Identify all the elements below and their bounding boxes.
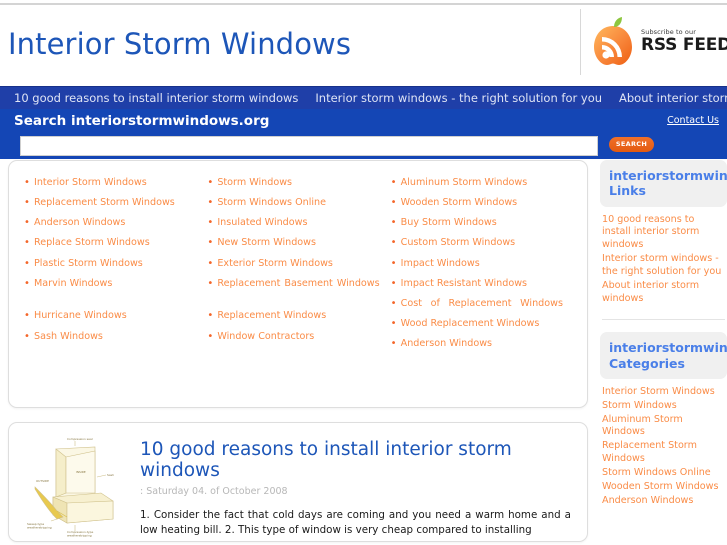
link-item[interactable]: Replacement Storm Windows (23, 196, 200, 210)
sidebar-category-item[interactable]: Storm Windows Online (602, 467, 725, 480)
link-columns: Interior Storm Windows Replacement Storm… (23, 176, 573, 358)
link-item[interactable]: Replacement Windows (206, 309, 383, 323)
svg-text:weatherstripping: weatherstripping (67, 534, 92, 538)
link-item[interactable]: Wood Replacement Windows (390, 317, 567, 331)
sidebar-category-item[interactable]: Replacement Storm Windows (602, 440, 725, 466)
link-item[interactable]: Replace Storm Windows (23, 236, 200, 250)
sidebar-link-item[interactable]: 10 good reasons to install interior stor… (602, 214, 725, 253)
rss-label-group: Subscribe to our RSS FEED (641, 29, 727, 55)
link-item[interactable]: Hurricane Windows (23, 309, 200, 323)
sidebar-category-item[interactable]: Storm Windows (602, 400, 725, 413)
search-input[interactable] (20, 136, 598, 156)
sidebar-categories-heading: interiorstormwind Categories (600, 332, 727, 379)
site-header: Interior Storm Windows Subscribe to our … (0, 5, 727, 81)
sidebar-category-item[interactable]: Wooden Storm Windows (602, 481, 725, 494)
article-title[interactable]: 10 good reasons to install interior stor… (140, 439, 571, 482)
article-body: 10 good reasons to install interior stor… (140, 437, 571, 541)
link-item[interactable]: Sash Windows (23, 330, 200, 344)
main-content-column: Interior Storm Windows Replacement Storm… (8, 160, 588, 542)
sidebar-links-list: 10 good reasons to install interior stor… (600, 207, 727, 306)
search-heading: Search interiorstormwindows.org (14, 113, 270, 129)
article-date: : Saturday 04. of October 2008 (140, 485, 288, 497)
article-panel: Compression seal INSIDE OUTSIDE Sash Swe… (8, 422, 588, 542)
link-item[interactable]: Storm Windows Online (206, 196, 383, 210)
rss-feed-banner[interactable]: Subscribe to our RSS FEED (580, 9, 727, 75)
svg-text:INSIDE: INSIDE (76, 470, 86, 474)
right-sidebar: interiorstormwind Links 10 good reasons … (600, 160, 727, 509)
link-item[interactable]: Storm Windows (206, 176, 383, 190)
link-column-1: Interior Storm Windows Replacement Storm… (23, 176, 206, 358)
link-item[interactable]: Plastic Storm Windows (23, 257, 200, 271)
link-item[interactable]: Window Contractors (206, 330, 383, 344)
sidebar-link-item[interactable]: Interior storm windows - the right solut… (602, 253, 725, 279)
link-directory-panel: Interior Storm Windows Replacement Storm… (8, 160, 588, 408)
link-column-3: Aluminum Storm Windows Wooden Storm Wind… (390, 176, 573, 358)
svg-text:Sash: Sash (107, 473, 114, 477)
contact-us-link[interactable]: Contact Us (667, 115, 719, 126)
link-item[interactable]: New Storm Windows (206, 236, 383, 250)
sidebar-link-item[interactable]: About interior storm windows (602, 280, 725, 306)
svg-text:OUTSIDE: OUTSIDE (36, 479, 49, 483)
sidebar-links-heading-line2: Links (609, 183, 646, 199)
page-root: Interior Storm Windows Subscribe to our … (0, 0, 727, 545)
nav-item-0[interactable]: 10 good reasons to install interior stor… (14, 91, 298, 105)
rss-feed-label: RSS FEED (641, 34, 727, 55)
search-button[interactable]: SEARCH (609, 137, 654, 152)
link-item[interactable]: Anderson Windows (23, 216, 200, 230)
sidebar-categories-list: Interior Storm Windows Storm Windows Alu… (600, 379, 727, 508)
link-item[interactable]: Exterior Storm Windows (206, 257, 383, 271)
article-excerpt: 1. Consider the fact that cold days are … (140, 508, 571, 537)
sidebar-category-item[interactable]: Anderson Windows (602, 495, 725, 508)
link-item[interactable]: Custom Storm Windows (390, 236, 567, 250)
primary-nav: 10 good reasons to install interior stor… (0, 86, 727, 109)
svg-text:Compression seal: Compression seal (67, 437, 93, 441)
sidebar-links-heading-line1: interiorstormwind (609, 168, 727, 183)
body-area: Interior Storm Windows Replacement Storm… (0, 160, 727, 545)
link-column-2: Storm Windows Storm Windows Online Insul… (206, 176, 389, 358)
sidebar-category-item[interactable]: Aluminum Storm Windows (602, 414, 725, 440)
svg-text:weatherstripping: weatherstripping (27, 526, 52, 530)
sidebar-categories-heading-line2: Categories (609, 355, 685, 371)
page-title: Interior Storm Windows (8, 27, 352, 61)
link-item[interactable]: Buy Storm Windows (390, 216, 567, 230)
search-bar: Search interiorstormwindows.org Contact … (0, 109, 727, 133)
link-item[interactable]: Anderson Windows (390, 337, 567, 351)
link-item[interactable]: Wooden Storm Windows (390, 196, 567, 210)
link-item[interactable]: Impact Resistant Windows (390, 277, 567, 291)
link-item[interactable]: Cost of Replacement Windows (390, 297, 567, 311)
sidebar-divider (602, 319, 725, 321)
link-item[interactable]: Replacement Basement Windows (206, 277, 383, 291)
link-item[interactable]: Impact Windows (390, 257, 567, 271)
article-thumbnail-window-seal-diagram: Compression seal INSIDE OUTSIDE Sash Swe… (23, 437, 128, 538)
link-item[interactable]: Insulated Windows (206, 216, 383, 230)
link-item[interactable]: Aluminum Storm Windows (390, 176, 567, 190)
sidebar-categories-heading-line1: interiorstormwind (609, 340, 727, 356)
rss-apple-icon (591, 17, 635, 67)
nav-item-1[interactable]: Interior storm windows - the right solut… (315, 91, 602, 105)
nav-item-2[interactable]: About interior storm (619, 91, 727, 105)
sidebar-category-item[interactable]: Interior Storm Windows (602, 386, 725, 399)
link-item[interactable]: Marvin Windows (23, 277, 200, 291)
sidebar-links-heading: interiorstormwind Links (600, 160, 727, 207)
link-item[interactable]: Interior Storm Windows (23, 176, 200, 190)
